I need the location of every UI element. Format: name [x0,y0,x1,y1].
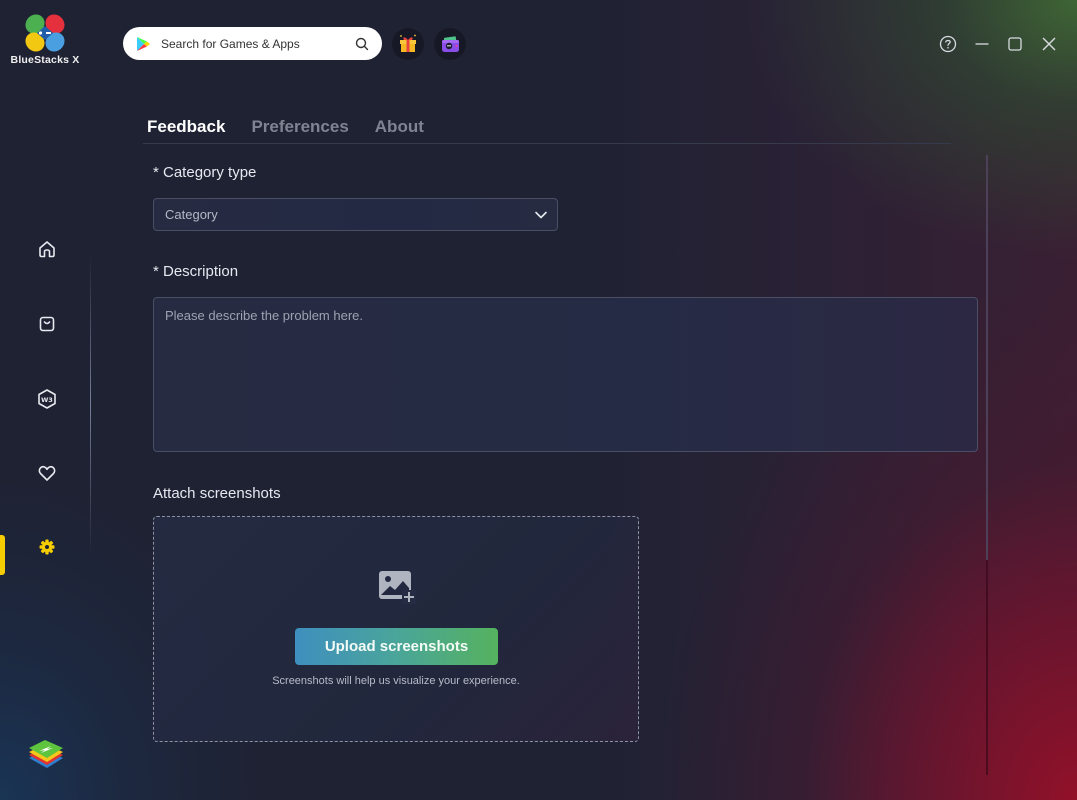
bluestacks-launcher-button[interactable] [25,736,67,780]
sidebar-item-home[interactable] [30,232,64,266]
svg-text:W3: W3 [41,396,53,404]
shopping-bag-icon [39,316,55,332]
w3-hexagon-icon: W3 [38,389,56,409]
tab-divider [143,143,951,144]
sidebar-divider [90,255,91,555]
app-logo[interactable]: BlueStacks X [8,13,82,66]
gear-icon [39,539,55,555]
help-button[interactable] [937,33,959,55]
upload-hint-text: Screenshots will help us visualize your … [272,675,520,687]
chevron-down-icon [535,211,547,218]
description-textarea[interactable] [153,297,978,452]
tab-preferences[interactable]: Preferences [251,117,348,137]
maximize-icon [1008,37,1022,51]
wallet-icon [442,36,459,52]
minimize-button[interactable] [971,33,993,55]
bluestacks-x-logo-icon [25,14,65,52]
close-icon [1042,37,1056,51]
category-select[interactable]: Category [153,198,558,231]
scrollbar-thumb[interactable] [986,155,988,560]
help-icon [939,35,957,53]
sidebar-item-store[interactable] [30,307,64,341]
home-icon [39,241,55,258]
search-input[interactable] [161,36,355,51]
gift-icon [400,34,416,52]
minimize-icon [975,43,989,45]
upload-screenshots-button[interactable]: Upload screenshots [295,628,498,665]
tab-about[interactable]: About [375,117,424,137]
settings-tabs: Feedback Preferences About [147,117,424,137]
category-type-label: * Category type [153,164,257,181]
description-label: * Description [153,263,239,280]
attach-screenshots-label: Attach screenshots [153,485,281,502]
screenshot-dropzone[interactable]: Upload screenshots Screenshots will help… [153,516,639,742]
maximize-button[interactable] [1004,33,1026,55]
google-play-icon [137,36,150,51]
tab-feedback[interactable]: Feedback [147,117,225,137]
active-nav-indicator [0,535,5,575]
category-select-value: Category [165,207,218,222]
sidebar-item-favorites[interactable] [30,456,64,490]
search-bar[interactable] [123,27,382,60]
bluestacks-stack-icon [29,740,63,768]
search-icon[interactable] [355,37,369,51]
wallet-button[interactable] [434,28,466,60]
sidebar-item-web3[interactable]: W3 [30,382,64,416]
heart-icon [38,465,56,481]
sidebar-item-settings[interactable] [30,530,64,564]
app-name: BlueStacks X [10,54,80,66]
add-image-icon [379,571,416,604]
close-button[interactable] [1038,33,1060,55]
gift-button[interactable] [392,28,424,60]
